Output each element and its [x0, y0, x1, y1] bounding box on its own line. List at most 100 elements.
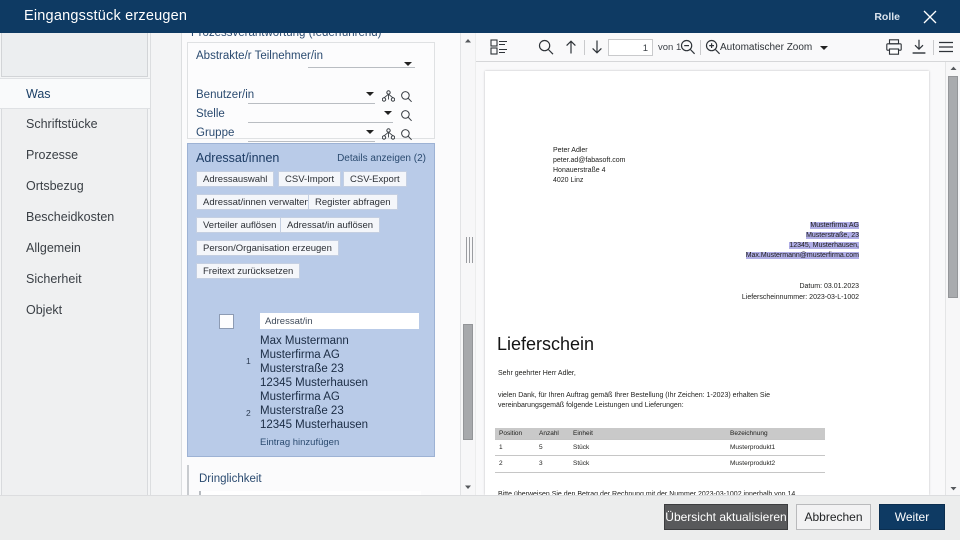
page-count-label: von 1 [658, 42, 682, 53]
search-icon[interactable] [537, 38, 555, 61]
sidebar-item-schriftstuecke[interactable]: Schriftstücke [0, 109, 150, 140]
list-item[interactable]: 12345 Musterhausen [260, 419, 368, 431]
next-button[interactable]: Weiter [879, 504, 945, 530]
button-create-person-org[interactable]: Person/Organisation erzeugen [196, 240, 339, 256]
table-cell: 2 [499, 460, 503, 467]
pdf-page[interactable]: Peter Adler peter.ad@fabasoft.com Honaue… [485, 71, 929, 495]
sidebar-top-panel [1, 33, 148, 77]
sidebar-item-prozesse[interactable]: Prozesse [0, 140, 150, 171]
sidebar-item-allgemein[interactable]: Allgemein [0, 233, 150, 264]
urgency-label: Dringlichkeit [199, 473, 262, 485]
show-details-link[interactable]: Details anzeigen (2) [337, 153, 426, 164]
field-row-abstract-participant: Abstrakte/r Teilnehmer/in [188, 49, 436, 71]
sidebar-item-label: Bescheidkosten [26, 210, 115, 224]
page-number-input[interactable]: 1 [608, 39, 653, 56]
table-header-cell: Position [499, 430, 523, 437]
window-title-bar: Eingangsstück erzeugen Rolle [0, 0, 960, 33]
hamburger-menu-icon[interactable] [937, 38, 955, 61]
urgency-section: Dringlichkeit Vermerk [187, 465, 435, 495]
chevron-down-icon[interactable] [820, 46, 828, 50]
button-reset-freetext[interactable]: Freitext zurücksetzen [196, 263, 301, 279]
addressee-column-header[interactable]: Adressat/in [260, 313, 419, 329]
sidebar-item-label: Schriftstücke [26, 117, 98, 131]
zoom-level-value: Automatischer Zoom [720, 42, 813, 53]
sidebar-item-label: Objekt [26, 303, 63, 317]
field-underline [248, 122, 393, 123]
pdf-scrollbar[interactable] [945, 62, 960, 495]
pdf-toolbar: 1 von 1 Automatischer Zoom [476, 33, 960, 62]
list-item[interactable]: 12345 Musterhausen [260, 377, 368, 389]
field-label-text: Stelle [196, 108, 225, 120]
document-salutation: Sehr geehrter Herr Adler, [498, 370, 576, 377]
recipient-line-selected: Musterstraße, 23 [806, 231, 859, 242]
sidebar-item-bescheidkosten[interactable]: Bescheidkosten [0, 202, 150, 233]
table-row-divider [495, 439, 825, 440]
select-all-checkbox[interactable] [219, 314, 234, 329]
sidebar-item-ortsbezug[interactable]: Ortsbezug [0, 171, 150, 202]
button-manage-addressees[interactable]: Adressat/innen verwalten [196, 194, 317, 210]
table-cell: Stück [573, 444, 590, 451]
pdf-scrollbar-thumb[interactable] [948, 76, 958, 298]
add-entry-link[interactable]: Eintrag hinzufügen [260, 437, 339, 448]
button-csv-export[interactable]: CSV-Export [343, 171, 407, 187]
refresh-overview-button[interactable]: Übersicht aktualisieren [664, 504, 788, 530]
field-label: Gruppe [196, 127, 234, 139]
recipient-line-selected: Max.Mustermann@musterfirma.com [745, 251, 859, 262]
close-icon [923, 10, 937, 24]
zoom-out-icon[interactable] [679, 38, 697, 61]
arrow-down-icon[interactable] [588, 38, 606, 61]
button-resolve-addressee[interactable]: Adressat/in auflösen [280, 217, 381, 233]
table-cell: 5 [539, 444, 543, 451]
selected-text: 12345, Musterhausen, [789, 242, 859, 249]
toolbar-separator [584, 40, 585, 55]
button-query-register[interactable]: Register abfragen [308, 194, 398, 210]
scroll-up-arrow-icon[interactable] [461, 34, 475, 48]
scroll-down-arrow-icon[interactable] [947, 482, 960, 495]
sidebar-item-label: Sicherheit [26, 272, 82, 286]
sidebar-item-was[interactable]: Was [0, 78, 150, 109]
field-underline [248, 141, 375, 142]
field-label-text: Abstrakte/r Teilnehmer/in [196, 50, 323, 62]
role-label[interactable]: Rolle [874, 11, 900, 23]
chevron-down-icon[interactable] [404, 62, 413, 71]
sidebar-item-sicherheit[interactable]: Sicherheit [0, 264, 150, 295]
sidebar: Was Schriftstücke Prozesse Ortsbezug Bes… [0, 33, 150, 495]
toolbar-separator [933, 40, 934, 55]
sidebar-item-objekt[interactable]: Objekt [0, 295, 150, 326]
list-item[interactable]: Max Mustermann [260, 335, 349, 347]
button-csv-import[interactable]: CSV-Import [278, 171, 342, 187]
printer-icon[interactable] [885, 38, 903, 61]
sidebar-item-label: Allgemein [26, 241, 81, 255]
list-item[interactable]: Musterfirma AG [260, 391, 340, 403]
cancel-button[interactable]: Abbrechen [796, 504, 871, 530]
arrow-up-icon[interactable] [562, 38, 580, 61]
form-scrollbar-thumb[interactable] [463, 324, 473, 440]
list-item[interactable]: Musterstraße 23 [260, 405, 344, 417]
scroll-up-arrow-icon[interactable] [947, 62, 960, 75]
field-label: Benutzer/in [196, 89, 254, 101]
recipient-line-selected: Musterfirma AG [810, 221, 859, 232]
zoom-level-select[interactable]: Automatischer Zoom [716, 39, 836, 56]
dialog-footer: Übersicht aktualisieren Abbrechen Weiter [0, 495, 960, 540]
chevron-down-icon[interactable] [384, 111, 393, 120]
panel-splitter-handle[interactable] [466, 237, 475, 263]
addressees-panel: Adressat/innen Details anzeigen (2) Adre… [187, 143, 435, 457]
table-row-divider [495, 455, 825, 456]
document-outline-icon[interactable] [490, 38, 508, 61]
recipient-line-selected: 12345, Musterhausen, [789, 241, 859, 252]
button-adressauswahl[interactable]: Adressauswahl [196, 171, 275, 187]
document-content: Peter Adler peter.ad@fabasoft.com Honaue… [485, 71, 929, 495]
list-item[interactable]: Musterfirma AG [260, 349, 340, 361]
sender-line: Peter Adler [553, 147, 588, 154]
delivery-note-number: Lieferscheinnummer: 2023-03-L-1002 [741, 294, 859, 301]
button-resolve-distributor[interactable]: Verteiler auflösen [196, 217, 284, 233]
chevron-down-icon[interactable] [366, 130, 375, 139]
scroll-down-arrow-icon[interactable] [461, 480, 475, 494]
form-scrollbar[interactable] [460, 33, 475, 495]
chevron-down-icon[interactable] [366, 92, 375, 101]
table-header-cell: Anzahl [539, 430, 559, 437]
document-heading: Lieferschein [497, 334, 595, 354]
list-item[interactable]: Musterstraße 23 [260, 363, 344, 375]
download-icon[interactable] [910, 38, 928, 61]
close-button[interactable] [920, 8, 940, 26]
